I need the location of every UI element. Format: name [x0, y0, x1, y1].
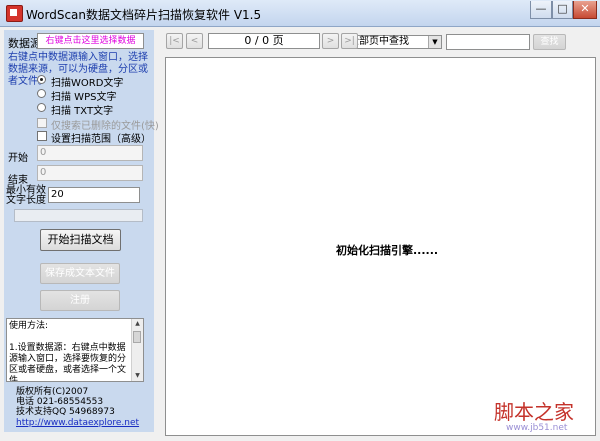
usage-text: 使用方法: 1.设置数据源：右键点中数据源输入窗口，选择要恢复的分区或者硬盘，或…: [9, 321, 127, 382]
min-length-field[interactable]: 20: [48, 187, 140, 203]
start-label: 开始: [8, 153, 28, 164]
end-field[interactable]: 0: [37, 165, 143, 181]
min-length-label-2: 文字长度: [6, 195, 46, 206]
scan-range-checkbox[interactable]: [37, 131, 47, 141]
copyright-block: 版权所有(C)2007 电话 021-68554553 技术支持QQ 54968…: [16, 387, 115, 417]
first-page-icon[interactable]: |<: [166, 33, 183, 49]
phone-line: 电话 021-68554553: [16, 397, 104, 407]
search-input[interactable]: [446, 34, 530, 50]
prev-page-icon[interactable]: <: [186, 33, 203, 49]
usage-scrollbar[interactable]: ▲ ▼: [131, 319, 143, 381]
register-button[interactable]: 注册: [40, 290, 120, 311]
usage-textbox[interactable]: 使用方法: 1.设置数据源：右键点中数据源输入窗口，选择要恢复的分区或者硬盘，或…: [6, 318, 144, 382]
minimize-button[interactable]: —: [530, 1, 552, 19]
scroll-thumb[interactable]: [133, 331, 141, 343]
radio-scan-wps[interactable]: [37, 89, 46, 98]
search-scope-select[interactable]: 全部页中查找 ▼: [346, 35, 442, 49]
status-message: 初始化扫描引擎......: [336, 244, 439, 257]
window-title: WordScan数据文档碎片扫描恢复软件 V1.5: [26, 8, 262, 22]
close-button[interactable]: ✕: [573, 1, 597, 19]
search-scope-value: 全部页中查找: [349, 36, 409, 47]
next-page-icon[interactable]: >: [322, 33, 339, 49]
data-source-input[interactable]: 右键点击这里选择数据: [37, 33, 144, 49]
chevron-down-icon[interactable]: ▼: [428, 36, 441, 48]
radio-scan-txt[interactable]: [37, 103, 46, 112]
radio-scan-word-label: 扫描WORD文字: [51, 78, 124, 89]
watermark-brand: 脚本之家: [494, 400, 574, 424]
app-icon: [6, 5, 23, 22]
maximize-button[interactable]: □: [552, 1, 573, 19]
scan-range-label: 设置扫描范围（高级）: [51, 134, 151, 145]
end-label: 结束: [8, 175, 28, 186]
website-link[interactable]: http://www.dataexplore.net: [16, 418, 139, 428]
arrow-down-icon[interactable]: ▼: [132, 371, 143, 381]
search-button[interactable]: 查找: [533, 34, 566, 50]
radio-scan-wps-label: 扫描 WPS文字: [51, 92, 117, 103]
deleted-only-checkbox[interactable]: [37, 118, 47, 128]
copyright-line: 版权所有(C)2007: [16, 387, 89, 397]
support-line: 技术支持QQ 54968973: [16, 407, 115, 417]
radio-scan-word[interactable]: [37, 75, 46, 84]
page-indicator-input[interactable]: 0 / 0 页: [208, 33, 320, 49]
arrow-up-icon[interactable]: ▲: [132, 319, 143, 329]
scan-progress-bar: [14, 209, 143, 222]
watermark-url: www.jb51.net: [506, 423, 568, 433]
start-field[interactable]: 0: [37, 145, 143, 161]
start-scan-button[interactable]: 开始扫描文档: [40, 229, 121, 251]
last-page-icon[interactable]: >|: [341, 33, 358, 49]
radio-scan-txt-label: 扫描 TXT文字: [51, 106, 114, 117]
save-text-button[interactable]: 保存成文本文件: [40, 263, 120, 284]
